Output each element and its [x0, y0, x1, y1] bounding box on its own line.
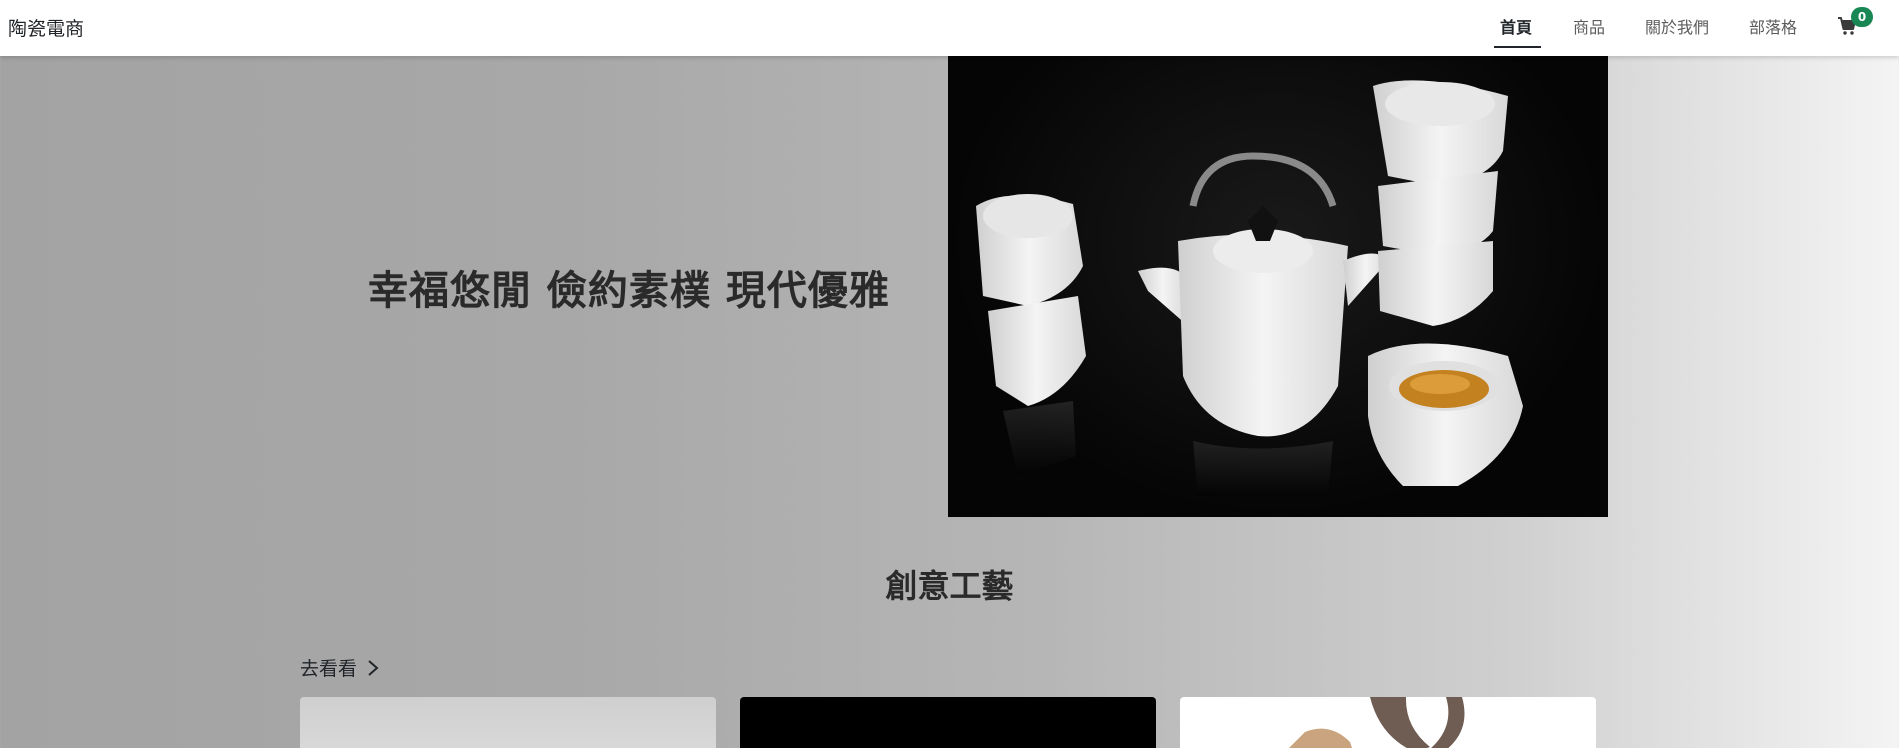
section-title: 創意工藝 [885, 567, 1014, 605]
hero-title: 幸福悠閒 儉約素樸 現代優雅 [368, 268, 890, 314]
hero-image [948, 56, 1608, 517]
nav-item-products[interactable]: 商品 [1573, 14, 1605, 38]
top-navbar: 陶瓷電商 首頁 商品 關於我們 部落格 0 [0, 0, 1899, 56]
cart-count-badge: 0 [1851, 7, 1873, 27]
see-more-link[interactable]: 去看看 [300, 654, 379, 681]
nav-item-home[interactable]: 首頁 [1500, 14, 1532, 38]
nav-item-about[interactable]: 關於我們 [1645, 14, 1709, 38]
brand-logo[interactable]: 陶瓷電商 [8, 14, 84, 41]
product-card[interactable] [1180, 697, 1596, 748]
see-more-label: 去看看 [300, 658, 358, 680]
nav-item-blog[interactable]: 部落格 [1749, 14, 1797, 38]
chevron-right-icon [368, 659, 379, 676]
nav-active-indicator [1494, 46, 1541, 48]
product-card[interactable] [740, 697, 1156, 748]
teapot-set-image [976, 80, 1523, 496]
product-card[interactable] [300, 697, 716, 748]
product-image [1289, 697, 1465, 748]
